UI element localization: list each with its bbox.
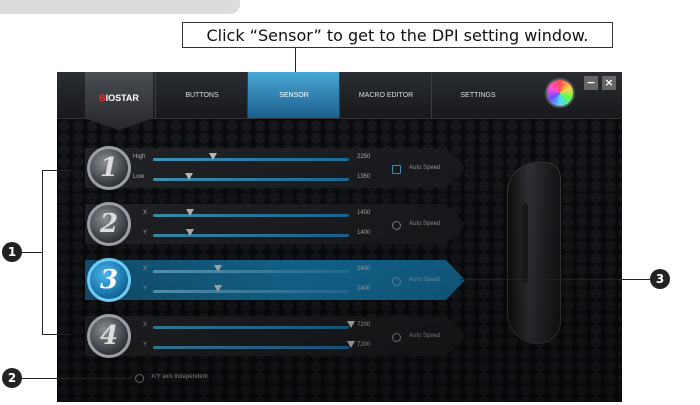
- close-button[interactable]: ×: [602, 76, 616, 90]
- auto-speed-checkbox-checked[interactable]: [392, 165, 401, 174]
- marker-3: 3: [650, 269, 670, 289]
- auto-speed-label: Auto Speed: [409, 165, 441, 171]
- tab-macro-editor[interactable]: MACRO EDITOR: [339, 72, 432, 118]
- profile-1-button[interactable]: 1: [87, 146, 131, 190]
- dpi-value: 2400: [357, 286, 371, 292]
- dpi-slider-track[interactable]: [153, 346, 349, 349]
- auto-speed-label: Auto Speed: [409, 221, 441, 227]
- dpi-slider-handle[interactable]: [185, 173, 193, 180]
- dpi-slider-track[interactable]: [153, 326, 349, 329]
- dpi-slider-track[interactable]: [153, 158, 349, 161]
- dpi-slider-track[interactable]: [153, 270, 349, 273]
- dpi-value: 1400: [357, 230, 371, 236]
- profile-2-button[interactable]: 2: [87, 202, 131, 246]
- marker-1-connector: [20, 252, 42, 253]
- slider-label: X: [143, 322, 148, 328]
- dpi-slider-handle[interactable]: [186, 229, 194, 236]
- marker-2: 2: [2, 368, 22, 388]
- minimize-button[interactable]: −: [584, 76, 598, 90]
- auto-speed-label: Auto Speed: [409, 333, 441, 339]
- dpi-value: 7200: [357, 342, 371, 348]
- app-window: BUTTONS SENSOR MACRO EDITOR SETTINGS BIO…: [57, 72, 622, 402]
- callout-connector-vertical: [295, 48, 296, 74]
- auto-speed-checkbox[interactable]: [392, 277, 401, 286]
- bracket-top: [42, 170, 72, 171]
- profile-3-button-active[interactable]: 3: [87, 258, 131, 302]
- bracket-bottom: [42, 334, 72, 335]
- dpi-profile-row-2: [85, 204, 465, 244]
- tab-settings[interactable]: SETTINGS: [431, 72, 524, 118]
- auto-speed-checkbox[interactable]: [392, 333, 401, 342]
- xy-independent-label: X/Y axis independent: [151, 374, 208, 380]
- profile-4-button[interactable]: 4: [87, 314, 131, 358]
- dpi-value: 2400: [357, 266, 371, 272]
- dpi-slider-handle[interactable]: [214, 285, 222, 292]
- slider-label: Y: [143, 230, 148, 236]
- dpi-slider-handle[interactable]: [347, 321, 355, 328]
- dpi-slider-track[interactable]: [153, 234, 349, 237]
- auto-speed-checkbox[interactable]: [392, 221, 401, 230]
- xy-independent-radio[interactable]: [135, 374, 144, 383]
- dpi-value: 1350: [357, 174, 371, 180]
- slider-label: High: [133, 154, 146, 160]
- dpi-slider-handle[interactable]: [186, 209, 194, 216]
- dpi-value: 2250: [357, 154, 371, 160]
- marker-1: 1: [2, 242, 22, 262]
- auto-speed-label: Auto Speed: [409, 277, 441, 283]
- slider-label: Y: [143, 342, 148, 348]
- gaming-mouse-image: [507, 162, 561, 344]
- slider-label: Low: [133, 174, 145, 180]
- dpi-slider-handle[interactable]: [347, 341, 355, 348]
- sensor-callout: Click “Sensor” to get to the DPI setting…: [182, 22, 613, 48]
- dpi-profile-row-4: [85, 316, 465, 356]
- dpi-slider-track[interactable]: [153, 214, 349, 217]
- biostar-logo: BIOSTAR: [85, 72, 153, 130]
- slider-label: Y: [143, 286, 148, 292]
- marker-2-connector: [20, 378, 132, 379]
- tab-sensor[interactable]: SENSOR: [247, 72, 340, 118]
- dpi-slider-handle[interactable]: [214, 265, 222, 272]
- dpi-value: 7200: [357, 322, 371, 328]
- dpi-slider-track[interactable]: [153, 178, 349, 181]
- tab-buttons[interactable]: BUTTONS: [155, 72, 248, 118]
- dpi-profile-row-3-active: [85, 260, 465, 300]
- dpi-value: 1400: [357, 210, 371, 216]
- slider-label: X: [143, 266, 148, 272]
- marker-3-connector: [460, 279, 650, 280]
- dpi-slider-handle[interactable]: [209, 153, 217, 160]
- bracket-vertical: [42, 170, 43, 334]
- slider-label: X: [143, 210, 148, 216]
- dpi-slider-track[interactable]: [153, 290, 349, 293]
- page-header-tab: [0, 0, 240, 14]
- color-wheel-icon[interactable]: [545, 78, 575, 108]
